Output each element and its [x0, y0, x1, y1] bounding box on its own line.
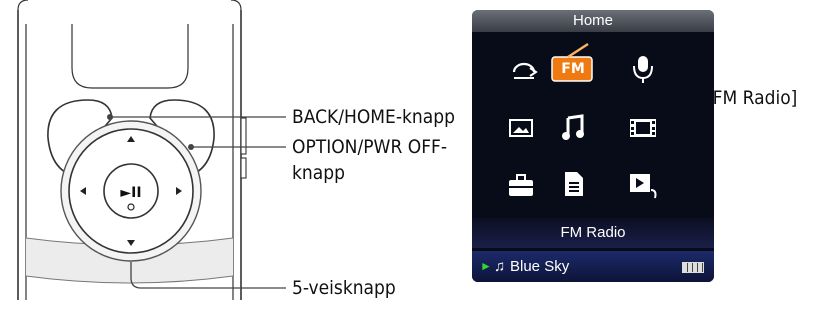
- five-way-label: 5-veisknapp: [292, 277, 396, 299]
- fm-radio-label: [FM Radio]: [706, 87, 798, 109]
- option-label-line2: knapp: [292, 162, 345, 184]
- video-icon[interactable]: [630, 119, 656, 137]
- option-label-line1: OPTION/PWR OFF-: [292, 136, 448, 158]
- music-note-icon[interactable]: [562, 114, 584, 140]
- now-playing-title: Blue Sky: [510, 258, 570, 275]
- home-screen: Home FM FM Radio ► ♫ Blue Sky: [472, 10, 714, 282]
- diagram: ►II BACK/HOME-knapp OPTION/PWR OFF- knap…: [0, 0, 816, 311]
- back-home-callout-dot: [107, 114, 113, 120]
- option-callout-dot: [188, 144, 194, 150]
- music-note-small-icon: ♫: [494, 258, 506, 275]
- microphone-icon[interactable]: [633, 56, 653, 83]
- shuffle-icon[interactable]: [512, 62, 538, 79]
- back-home-label: BACK/HOME-knapp: [292, 106, 455, 128]
- toolbox-icon[interactable]: [509, 174, 533, 196]
- selected-item-label: FM Radio: [472, 218, 714, 248]
- photo-icon[interactable]: [509, 119, 533, 137]
- playlist-icon[interactable]: [630, 174, 657, 199]
- now-playing-bar: ► ♫ Blue Sky: [472, 251, 714, 282]
- document-icon[interactable]: [565, 172, 583, 196]
- play-pause-glyph: ►II: [120, 185, 141, 201]
- home-menu-grid: FM: [472, 32, 714, 218]
- battery-icon: [682, 262, 704, 273]
- play-indicator-icon: ►: [480, 259, 492, 273]
- screen-title: Home: [472, 10, 714, 32]
- fm-icon-text: FM: [561, 61, 585, 77]
